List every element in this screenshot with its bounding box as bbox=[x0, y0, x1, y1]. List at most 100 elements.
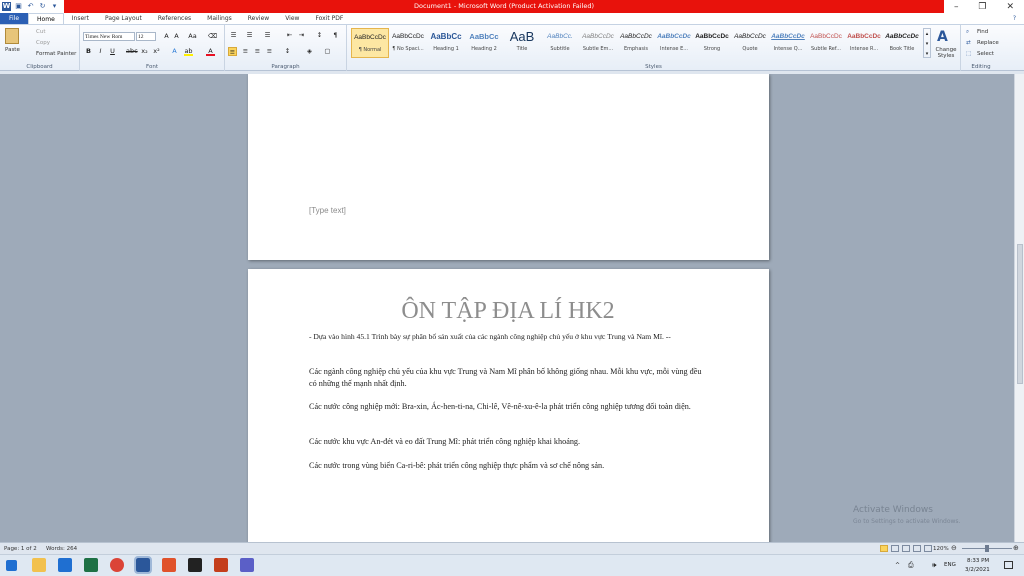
chrome-icon[interactable] bbox=[110, 558, 124, 572]
paragraph-2[interactable]: Các nước công nghiệp mới: Bra-xin, Ác-he… bbox=[309, 401, 709, 413]
web-layout-icon[interactable] bbox=[902, 545, 910, 552]
replace-button[interactable]: Replace bbox=[977, 40, 999, 46]
tab-view[interactable]: View bbox=[277, 13, 307, 24]
mail-icon[interactable] bbox=[58, 558, 72, 572]
cut-button[interactable]: Cut bbox=[36, 29, 45, 35]
paragraph-4[interactable]: Các nước trong vùng biển Ca-ri-bê: phát … bbox=[309, 460, 709, 472]
undo-icon[interactable]: ↶ bbox=[26, 2, 35, 11]
draft-icon[interactable] bbox=[924, 545, 932, 552]
network-icon[interactable]: ⎙ bbox=[908, 561, 914, 570]
terminal-icon[interactable] bbox=[188, 558, 202, 572]
scrollbar-thumb[interactable] bbox=[1017, 244, 1023, 384]
text-effects-icon[interactable]: A bbox=[170, 47, 179, 56]
increase-indent-icon[interactable]: ⇥ bbox=[297, 31, 306, 40]
align-left-button[interactable]: ≡ bbox=[228, 47, 237, 56]
line-spacing-icon[interactable]: ↕ bbox=[283, 47, 292, 56]
strikethrough-button[interactable]: abc bbox=[126, 47, 138, 56]
copy-button[interactable]: Copy bbox=[36, 40, 50, 46]
style-subtle-emphasis[interactable]: AaBbCcDc Subtle Em... bbox=[579, 28, 617, 58]
minimize-button[interactable]: – bbox=[954, 2, 959, 12]
save-icon[interactable]: ▣ bbox=[14, 2, 23, 11]
help-icon[interactable]: ? bbox=[1005, 13, 1024, 24]
underline-button[interactable]: U bbox=[108, 47, 117, 56]
style-title[interactable]: AaB Title bbox=[503, 28, 541, 58]
bullets-icon[interactable]: ☰ bbox=[229, 31, 238, 40]
style-heading-2[interactable]: AaBbCc Heading 2 bbox=[465, 28, 503, 58]
style-book-title[interactable]: AaBbCcDc Book Title bbox=[883, 28, 921, 58]
clock-time[interactable]: 8:33 PM bbox=[967, 558, 989, 564]
paragraph-intro[interactable]: - Dựa vào hình 45.1 Trình bày sự phân bố… bbox=[309, 332, 709, 343]
style-subtitle[interactable]: AaBbCc. Subtitle bbox=[541, 28, 579, 58]
customize-qat-icon[interactable]: ▾ bbox=[50, 2, 59, 11]
volume-icon[interactable]: 🕪 bbox=[932, 561, 936, 570]
subscript-button[interactable]: x₂ bbox=[140, 47, 149, 56]
redo-icon[interactable]: ↻ bbox=[38, 2, 47, 11]
page-count[interactable]: Page: 1 of 2 bbox=[4, 546, 37, 552]
style-emphasis[interactable]: AaBbCcDc Emphasis bbox=[617, 28, 655, 58]
language-indicator[interactable]: ENG bbox=[944, 562, 956, 568]
full-screen-icon[interactable] bbox=[891, 545, 899, 552]
shrink-font-icon[interactable]: A bbox=[172, 32, 181, 41]
style-subtle-reference[interactable]: AaBbCcDc Subtle Ref... bbox=[807, 28, 845, 58]
word-app-icon[interactable]: W bbox=[2, 2, 11, 11]
header-placeholder[interactable]: [Type text] bbox=[309, 206, 346, 215]
style-no-spacing[interactable]: AaBbCcDc ¶ No Spaci... bbox=[389, 28, 427, 58]
tab-page-layout[interactable]: Page Layout bbox=[97, 13, 150, 24]
style-strong[interactable]: AaBbCcDc Strong bbox=[693, 28, 731, 58]
select-button[interactable]: Select bbox=[977, 51, 994, 57]
sort-icon[interactable]: ↕ bbox=[315, 31, 324, 40]
word-count[interactable]: Words: 264 bbox=[46, 546, 77, 552]
change-case-icon[interactable]: Aa bbox=[188, 32, 197, 41]
highlight-color-icon[interactable]: ab bbox=[184, 47, 193, 56]
align-right-button[interactable]: ≡ bbox=[253, 47, 262, 56]
vertical-scrollbar[interactable] bbox=[1014, 74, 1024, 542]
borders-icon[interactable]: ▢ bbox=[323, 47, 332, 56]
tab-home[interactable]: Home bbox=[28, 13, 64, 24]
find-button[interactable]: Find bbox=[977, 29, 988, 35]
multilevel-list-icon[interactable]: ☰ bbox=[263, 31, 272, 40]
font-color-icon[interactable]: A bbox=[206, 47, 215, 56]
paste-icon[interactable] bbox=[5, 28, 19, 44]
change-styles-icon[interactable]: A bbox=[937, 29, 948, 45]
tab-references[interactable]: References bbox=[150, 13, 199, 24]
format-painter-button[interactable]: Format Painter bbox=[36, 51, 76, 57]
outline-icon[interactable] bbox=[913, 545, 921, 552]
font-name-select[interactable]: Times New Rom bbox=[83, 32, 135, 41]
style-intense-reference[interactable]: AaBbCcDc Intense R... bbox=[845, 28, 883, 58]
styles-scroll-icon[interactable]: ▴ ▾ ▾ bbox=[923, 28, 931, 58]
zoom-in-icon[interactable]: ⊕ bbox=[1013, 544, 1019, 552]
style-quote[interactable]: AaBbCcDc Quote bbox=[731, 28, 769, 58]
zoom-slider-handle[interactable] bbox=[985, 545, 989, 552]
powerpoint-icon[interactable] bbox=[214, 558, 228, 572]
align-center-button[interactable]: ≡ bbox=[241, 47, 250, 56]
tray-chevron-icon[interactable]: ^ bbox=[895, 562, 900, 569]
close-button[interactable]: ✕ bbox=[1006, 2, 1014, 12]
bold-button[interactable]: B bbox=[84, 47, 93, 56]
tab-foxit-pdf[interactable]: Foxit PDF bbox=[307, 13, 351, 24]
change-styles-button[interactable]: Change Styles bbox=[933, 47, 959, 59]
italic-button[interactable]: I bbox=[96, 47, 105, 56]
paragraph-3[interactable]: Các nước khu vực An-đét và eo đất Trung … bbox=[309, 436, 709, 448]
print-layout-icon[interactable] bbox=[880, 545, 888, 552]
show-marks-icon[interactable]: ¶ bbox=[331, 31, 340, 40]
tab-file[interactable]: File bbox=[0, 13, 29, 24]
style-intense-quote[interactable]: AaBbCcDc Intense Q... bbox=[769, 28, 807, 58]
word-icon[interactable] bbox=[134, 556, 152, 574]
grow-font-icon[interactable]: A bbox=[162, 32, 171, 41]
clear-formatting-icon[interactable]: ⌫ bbox=[208, 32, 217, 41]
zoom-out-icon[interactable]: ⊖ bbox=[951, 544, 957, 552]
superscript-button[interactable]: x² bbox=[152, 47, 161, 56]
decrease-indent-icon[interactable]: ⇤ bbox=[285, 31, 294, 40]
clock-date[interactable]: 3/2/2021 bbox=[965, 567, 990, 573]
maximize-button[interactable]: ❐ bbox=[978, 2, 986, 12]
style-heading-1[interactable]: AaBbCc Heading 1 bbox=[427, 28, 465, 58]
zoom-level[interactable]: 120% bbox=[933, 546, 949, 552]
foxit-icon[interactable] bbox=[162, 558, 176, 572]
paste-button[interactable]: Paste bbox=[5, 47, 20, 53]
notification-icon[interactable] bbox=[1004, 561, 1013, 569]
start-icon[interactable] bbox=[6, 560, 17, 571]
justify-button[interactable]: ≡ bbox=[265, 47, 274, 56]
numbering-icon[interactable]: ☰ bbox=[245, 31, 254, 40]
excel-icon[interactable] bbox=[84, 558, 98, 572]
paragraph-1[interactable]: Các ngành công nghiệp chủ yếu của khu vự… bbox=[309, 366, 709, 389]
